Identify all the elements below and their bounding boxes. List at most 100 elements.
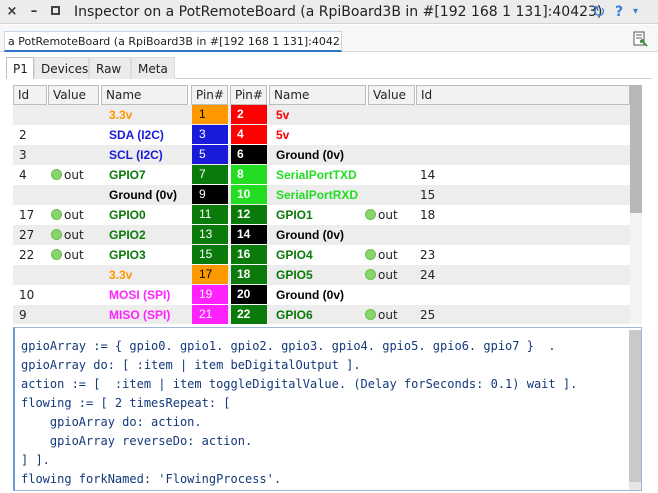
table-row[interactable]: 17 out GPIO0 11 12 GPIO1 out 18 — [13, 205, 630, 225]
help-button[interactable]: ? — [615, 0, 623, 24]
table-row[interactable]: 10 MOSI (SPI) 19 20 Ground (0v) — [13, 285, 630, 305]
pin-id-left: 17 — [19, 205, 47, 225]
pin-name-right-text: Ground (0v) — [276, 288, 344, 302]
table-row[interactable]: 9 MISO (SPI) 21 22 GPIO6 out 25 — [13, 305, 630, 324]
pin-number-right: 12 — [231, 205, 267, 224]
pin-number-right-text: 12 — [237, 207, 251, 221]
pin-id-left-text: 3 — [19, 148, 27, 162]
pin-name-left: GPIO3 — [109, 245, 189, 265]
pin-id-left: 10 — [19, 285, 47, 305]
table-row[interactable]: 27 out GPIO2 13 14 Ground (0v) — [13, 225, 630, 245]
minimize-window-button[interactable]: – — [26, 0, 42, 24]
pin-name-right-text: GPIO1 — [276, 208, 313, 222]
pin-name-left-text: SCL (I2C) — [109, 148, 163, 162]
pin-number-right: 10 — [231, 185, 267, 204]
pin-number-left: 15 — [192, 245, 228, 264]
window-menu-button[interactable]: ▾ — [633, 0, 638, 24]
table-row[interactable]: 3.3v 1 2 5v — [13, 105, 630, 125]
led-indicator-icon — [365, 269, 376, 280]
maximize-window-button[interactable] — [47, 0, 63, 24]
inspector-tab[interactable]: a PotRemoteBoard (a RpiBoard3B in #[192 … — [4, 31, 342, 52]
pin-name-left-text: SDA (I2C) — [109, 128, 164, 142]
pin-id-left: 2 — [19, 125, 47, 145]
table-row[interactable]: 3 SCL (I2C) 5 6 Ground (0v) — [13, 145, 630, 165]
pin-id-left: 9 — [19, 305, 47, 324]
tab-meta[interactable]: Meta — [131, 57, 175, 79]
pin-id-right-text: 18 — [420, 208, 436, 222]
table-row[interactable]: 4 out GPIO7 7 8 SerialPortTXD 14 — [13, 165, 630, 185]
pin-name-left: 3.3v — [109, 265, 189, 285]
pin-id-left — [19, 185, 47, 205]
pin-id-right: 25 — [420, 305, 450, 324]
column-header-name[interactable]: Name — [269, 85, 366, 105]
pin-number-right-text: 8 — [237, 167, 244, 181]
column-header-pin[interactable]: Pin# — [230, 85, 267, 105]
pin-value-right-text: out — [378, 308, 398, 322]
led-indicator-icon — [51, 169, 62, 180]
code-scrollbar-thumb[interactable] — [629, 330, 641, 482]
pin-id-right-text: 23 — [420, 248, 436, 262]
pin-id-right: 14 — [420, 165, 450, 185]
pin-number-left-text: 21 — [199, 307, 213, 321]
close-window-button[interactable]: × — [4, 0, 20, 24]
table-row[interactable]: 2 SDA (I2C) 3 4 5v — [13, 125, 630, 145]
code-scrollbar[interactable] — [629, 330, 641, 490]
pin-number-left: 9 — [192, 185, 228, 204]
pin-id-right — [420, 225, 450, 245]
pin-value-left: out — [51, 205, 101, 225]
pin-number-right: 2 — [231, 105, 267, 124]
pin-number-right: 4 — [231, 125, 267, 144]
pin-number-right: 18 — [231, 265, 267, 284]
refresh-button[interactable]: ↻ — [589, 2, 609, 22]
pin-number-left-text: 3 — [199, 127, 206, 141]
column-header-pin[interactable]: Pin# — [191, 85, 228, 105]
pin-id-left-text: 10 — [19, 288, 35, 302]
pin-id-right: 18 — [420, 205, 450, 225]
pin-name-right-text: SerialPortTXD — [276, 168, 357, 182]
code-editor[interactable]: gpioArray := { gpio0. gpio1. gpio2. gpio… — [13, 327, 642, 491]
pin-id-left — [19, 105, 47, 125]
code-line: gpioArray := { gpio0. gpio1. gpio2. gpio… — [21, 339, 556, 353]
pin-name-right: Ground (0v) — [276, 145, 366, 165]
code-line: gpioArray do: [ :item | item beDigitalOu… — [21, 358, 361, 372]
pin-value-left: out — [51, 225, 101, 245]
column-header-name[interactable]: Name — [101, 85, 188, 105]
pin-name-left: MOSI (SPI) — [109, 285, 189, 305]
pin-name-right-text: Ground (0v) — [276, 148, 344, 162]
pin-id-right — [420, 125, 450, 145]
pin-number-left-text: 7 — [199, 167, 206, 181]
pin-value-left-text: out — [64, 208, 84, 222]
pin-name-right: 5v — [276, 125, 366, 145]
table-row[interactable]: 22 out GPIO3 15 16 GPIO4 out 23 — [13, 245, 630, 265]
code-text[interactable]: gpioArray := { gpio0. gpio1. gpio2. gpio… — [15, 328, 641, 489]
pin-number-left: 5 — [192, 145, 228, 164]
column-header-id[interactable]: Id — [13, 85, 47, 105]
column-header-id[interactable]: Id — [416, 85, 630, 105]
tab-devices[interactable]: Devices — [34, 57, 89, 79]
help-icon: ? — [615, 4, 624, 20]
column-header-value[interactable]: Value — [48, 85, 99, 105]
pin-id-left-text: 4 — [19, 168, 27, 182]
pin-number-left: 3 — [192, 125, 228, 144]
pin-value-left — [51, 265, 101, 285]
pin-value-left — [51, 145, 101, 165]
pin-number-right-text: 10 — [237, 187, 251, 201]
pin-id-right: 15 — [420, 185, 450, 205]
pin-number-right-text: 2 — [237, 107, 244, 121]
pin-number-left-text: 15 — [199, 247, 213, 261]
pin-name-right: SerialPortTXD — [276, 165, 366, 185]
browse-document-icon[interactable] — [632, 31, 648, 47]
column-header-value[interactable]: Value — [368, 85, 415, 105]
pin-value-right — [365, 105, 415, 125]
pin-value-right-text: out — [378, 268, 398, 282]
table-scrollbar[interactable] — [630, 85, 642, 324]
pin-name-left: GPIO2 — [109, 225, 189, 245]
table-scrollbar-thumb[interactable] — [630, 85, 642, 213]
pin-value-left — [51, 125, 101, 145]
tab-raw[interactable]: Raw — [89, 57, 131, 79]
table-row[interactable]: 3.3v 17 18 GPIO5 out 24 — [13, 265, 630, 285]
table-row[interactable]: Ground (0v) 9 10 SerialPortRXD 15 — [13, 185, 630, 205]
pin-name-right-text: 5v — [276, 108, 290, 122]
code-line: flowing forkNamed: 'FlowingProcess'. — [21, 472, 282, 486]
tab-p1[interactable]: P1 — [6, 57, 34, 79]
